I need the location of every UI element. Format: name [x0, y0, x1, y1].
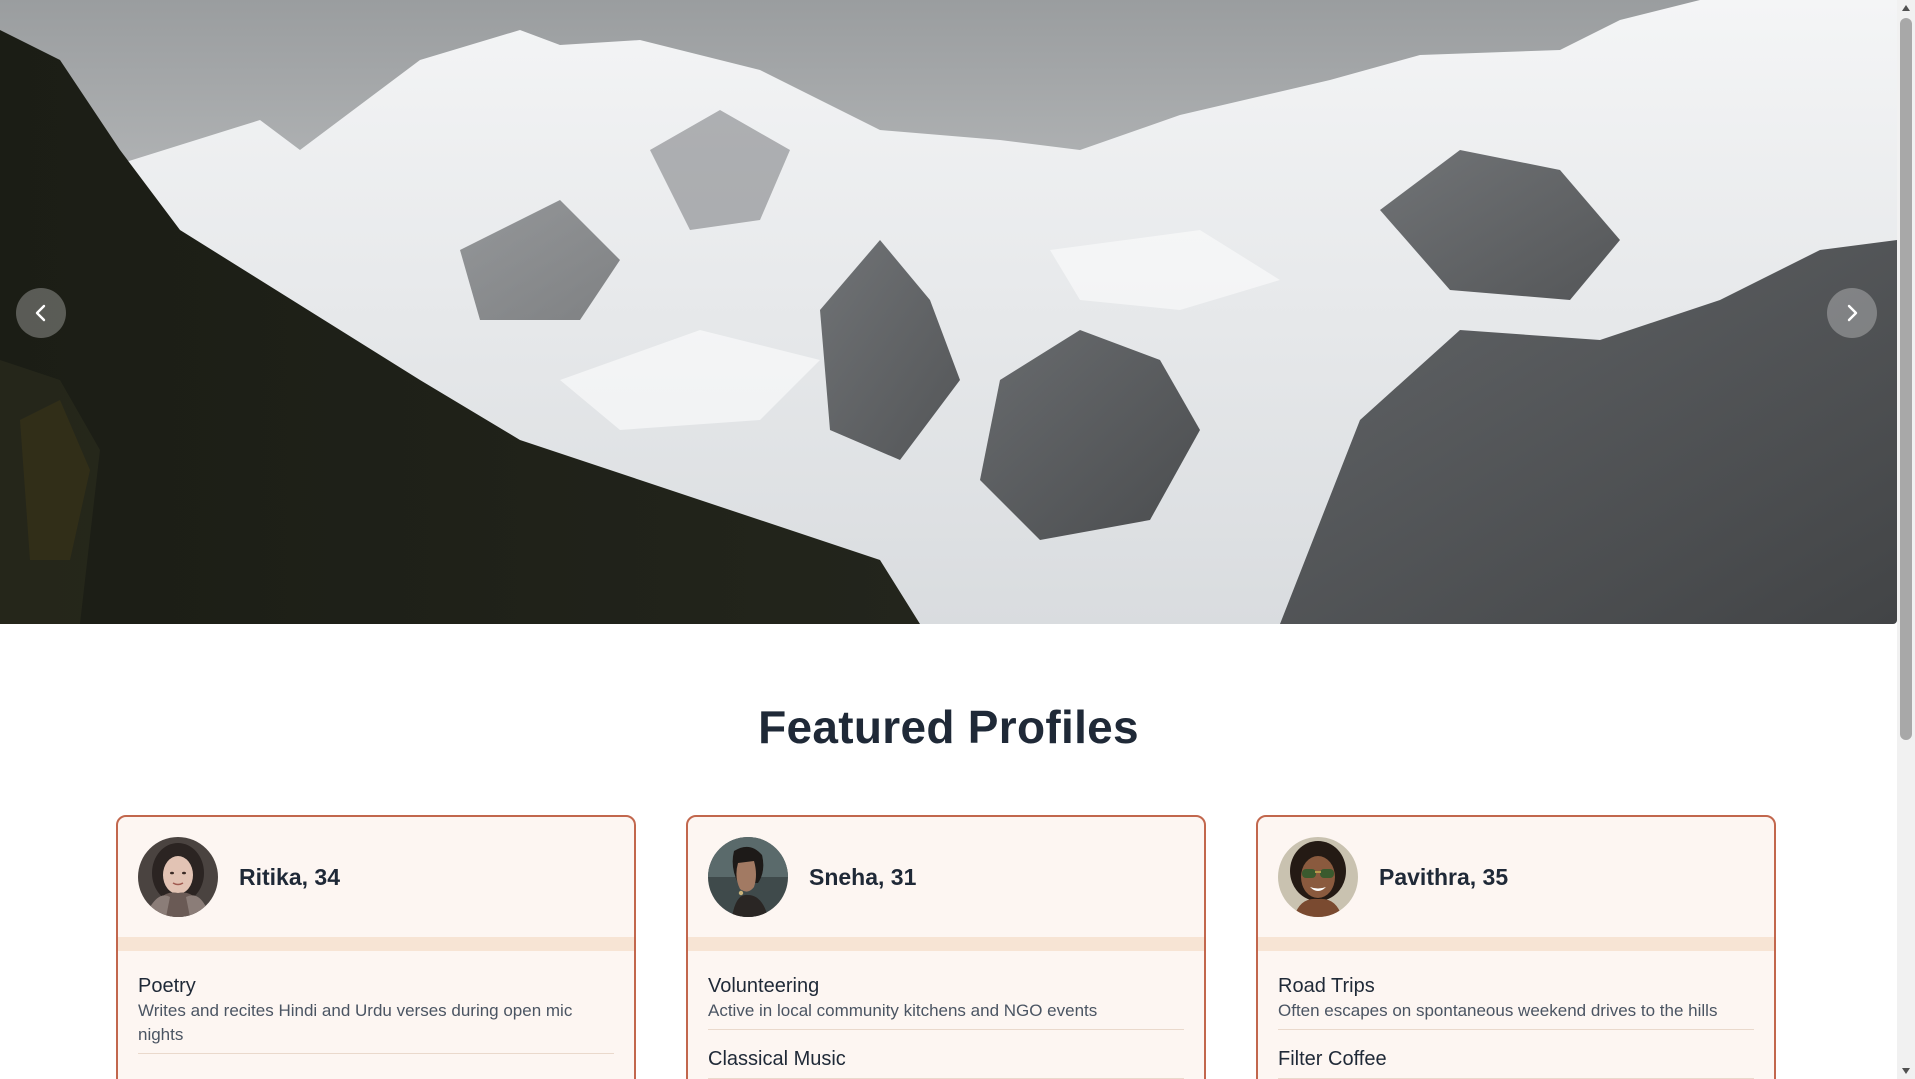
carousel-next-button[interactable] — [1827, 288, 1877, 338]
profile-name: Ritika, 34 — [239, 863, 340, 890]
interest-item: Volunteering Active in local community k… — [708, 973, 1184, 1030]
card-divider-band — [118, 937, 634, 951]
card-divider-band — [1258, 937, 1774, 951]
woman-sunglasses-avatar — [1278, 837, 1358, 917]
vertical-scrollbar[interactable] — [1897, 0, 1915, 1079]
interest-description: Often escapes on spontaneous weekend dri… — [1278, 1001, 1718, 1020]
scrollbar-thumb[interactable] — [1900, 18, 1912, 740]
profile-card-header: Ritika, 34 — [118, 817, 634, 937]
woman-headscarf-avatar — [138, 837, 218, 917]
interest-title: Classical Music — [708, 1048, 846, 1070]
profile-name: Sneha, 31 — [809, 863, 917, 890]
card-divider-band — [688, 937, 1204, 951]
interest-list: Road Trips Often escapes on spontaneous … — [1258, 951, 1774, 1079]
chevron-right-icon — [1847, 304, 1858, 322]
profile-card-header: Sneha, 31 — [688, 817, 1204, 937]
profile-card-pavithra[interactable]: Pavithra, 35 Road Trips Often escapes on… — [1256, 815, 1776, 1079]
interest-title: Road Trips — [1278, 975, 1375, 997]
woman-profile-avatar — [708, 837, 788, 917]
interest-description: Writes and recites Hindi and Urdu verses… — [138, 1001, 573, 1044]
hero-mountain-image — [0, 0, 1897, 624]
interest-title: Poetry — [138, 975, 196, 997]
profile-card-sneha[interactable]: Sneha, 31 Volunteering Active in local c… — [686, 815, 1206, 1079]
interest-item: Poetry Writes and recites Hindi and Urdu… — [138, 973, 614, 1054]
page-viewport: Featured Profiles Ritika, 34 Poetry Writ… — [0, 0, 1897, 1079]
scroll-up-arrow-icon[interactable] — [1897, 0, 1915, 16]
interest-title: Volunteering — [708, 975, 820, 997]
carousel-prev-button[interactable] — [16, 288, 66, 338]
chevron-left-icon — [35, 304, 46, 322]
interest-item: Road Trips Often escapes on spontaneous … — [1278, 973, 1754, 1030]
profile-card-ritika[interactable]: Ritika, 34 Poetry Writes and recites Hin… — [116, 815, 636, 1079]
featured-profiles-heading: Featured Profiles — [758, 701, 1139, 753]
interest-list: Poetry Writes and recites Hindi and Urdu… — [118, 951, 634, 1054]
profile-name: Pavithra, 35 — [1379, 863, 1509, 890]
interest-title: Filter Coffee — [1278, 1048, 1387, 1070]
scroll-down-arrow-icon[interactable] — [1897, 1063, 1915, 1079]
profile-card-header: Pavithra, 35 — [1258, 817, 1774, 937]
interest-list: Volunteering Active in local community k… — [688, 951, 1204, 1079]
interest-item: Filter Coffee — [1278, 1046, 1754, 1079]
hero-carousel — [0, 0, 1897, 624]
interest-description: Active in local community kitchens and N… — [708, 1001, 1098, 1020]
interest-item: Classical Music — [708, 1046, 1184, 1079]
